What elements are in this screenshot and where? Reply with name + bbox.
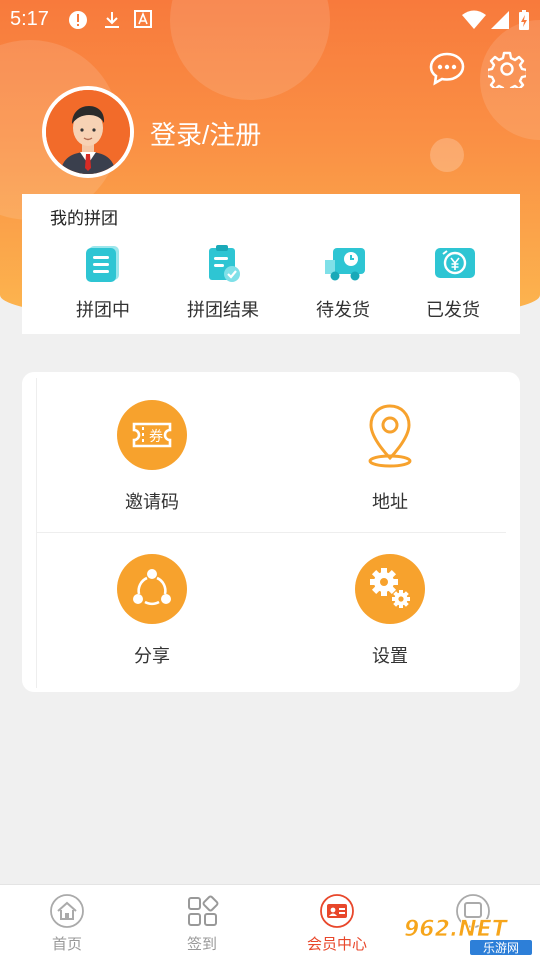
settings-item-button[interactable]: 设置 — [310, 554, 470, 668]
battery-icon — [518, 10, 530, 35]
function-label: 设置 — [372, 646, 408, 666]
signal-icon — [490, 10, 510, 35]
message-button[interactable] — [428, 50, 466, 88]
function-label: 地址 — [372, 492, 408, 512]
my-group-card: 我的拼团 拼团中 拼团结果 待发货 已发货 — [22, 194, 520, 334]
function-label: 分享 — [134, 646, 170, 666]
nav-item-home[interactable]: 首页 — [22, 893, 112, 954]
login-register-link[interactable]: 登录/注册 — [150, 115, 261, 152]
watermark-text: 962.NET — [404, 917, 509, 942]
avatar[interactable] — [42, 86, 134, 178]
coupon-icon: 券 — [117, 400, 187, 470]
delivery-truck-icon — [323, 244, 365, 284]
decor-bubble — [430, 138, 464, 172]
status-time: 5:17 — [10, 8, 49, 30]
address-button[interactable]: 地址 — [310, 400, 470, 514]
home-icon — [49, 893, 85, 929]
shipped-yen-icon — [433, 244, 475, 284]
alert-icon — [68, 10, 88, 35]
settings-button[interactable] — [485, 50, 529, 95]
group-item-shipped[interactable]: 已发货 — [398, 244, 508, 322]
download-icon — [102, 10, 122, 35]
share-button[interactable]: 分享 — [72, 554, 232, 668]
group-item-label: 待发货 — [316, 300, 370, 320]
nav-label: 首页 — [51, 936, 82, 953]
group-item-label: 已发货 — [426, 300, 480, 320]
nav-label: 会员中心 — [306, 936, 367, 953]
gears-icon — [355, 554, 425, 624]
user-avatar-icon — [46, 90, 130, 174]
nav-item-member-center[interactable]: 会员中心 — [292, 893, 382, 954]
wifi-icon — [462, 10, 486, 35]
clipboard-check-icon — [203, 244, 243, 284]
function-label: 邀请码 — [125, 492, 179, 512]
status-bar: 5:17 — [0, 0, 540, 38]
member-card-icon — [319, 893, 355, 929]
document-list-icon — [83, 244, 123, 284]
group-item-label: 拼团中 — [76, 300, 130, 320]
gear-icon — [485, 51, 529, 95]
watermark-subtext: 乐游网 — [483, 941, 519, 955]
my-group-title: 我的拼团 — [50, 209, 118, 228]
function-card: 券 邀请码 地址 分享 设置 — [22, 372, 520, 692]
location-pin-icon — [355, 400, 425, 470]
row-divider — [36, 532, 506, 533]
grid-icon — [184, 893, 220, 929]
coupon-icon-text: 券 — [149, 429, 163, 445]
group-item-in-progress[interactable]: 拼团中 — [48, 244, 158, 322]
group-item-result[interactable]: 拼团结果 — [168, 244, 278, 322]
nav-item-checkin[interactable]: 签到 — [157, 893, 247, 954]
app-a-icon — [134, 10, 152, 33]
group-item-label: 拼团结果 — [187, 300, 259, 320]
share-icon — [117, 554, 187, 624]
nav-label: 签到 — [186, 936, 217, 953]
watermark-logo: 962.NET 乐游网 — [402, 912, 536, 956]
invite-code-button[interactable]: 券 邀请码 — [72, 400, 232, 514]
chat-bubble-icon — [428, 52, 466, 92]
group-item-pending-shipment[interactable]: 待发货 — [288, 244, 398, 322]
